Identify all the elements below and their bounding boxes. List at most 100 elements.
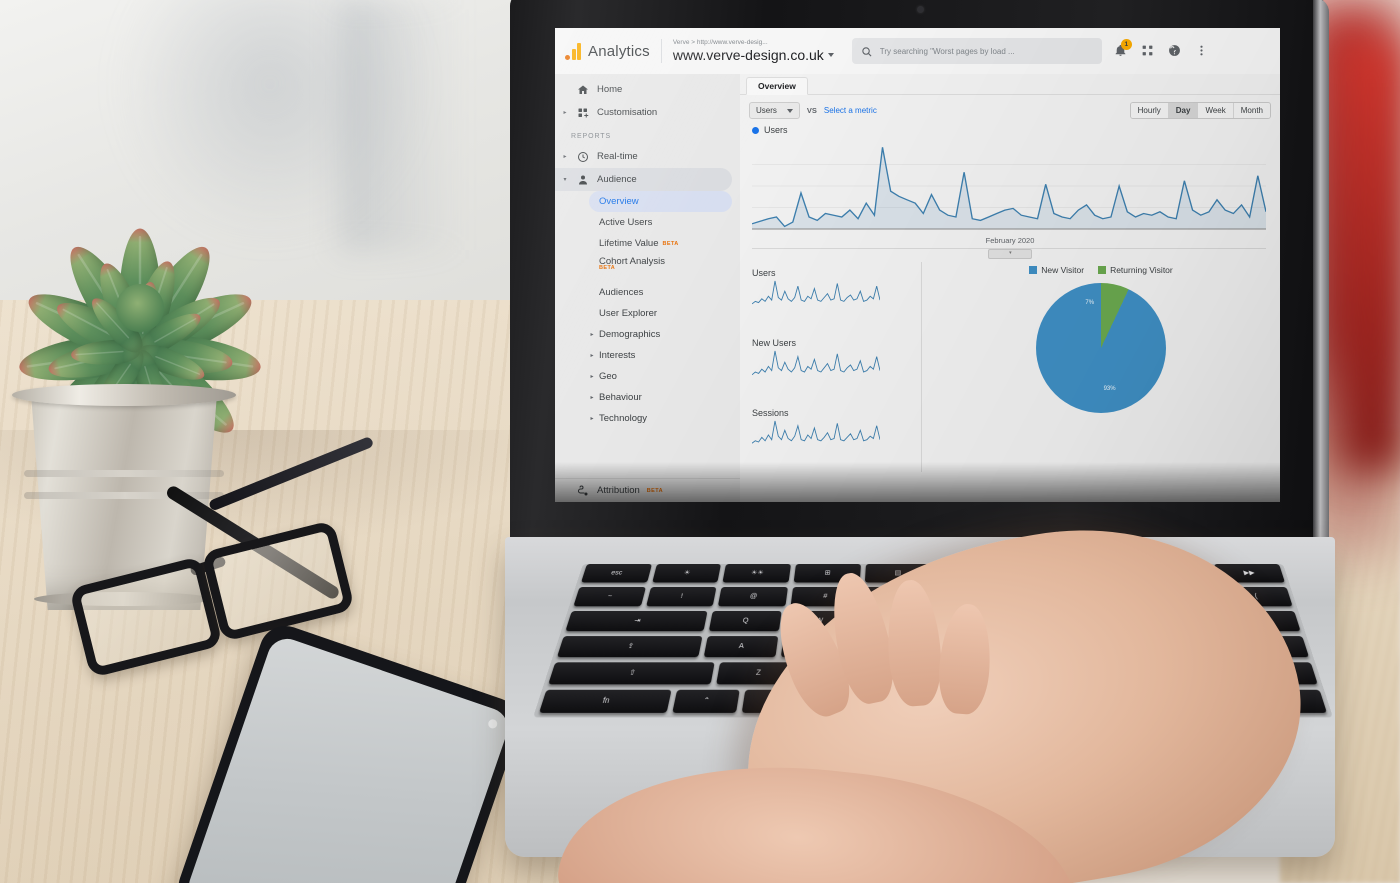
chevron-right-icon[interactable]: ▸ — [588, 373, 596, 380]
breadcrumb: Verve > http://www.verve-desig... — [673, 39, 834, 46]
chevron-right-icon[interactable]: ▸ — [588, 331, 596, 338]
attribution-icon — [576, 484, 590, 498]
granularity-week[interactable]: Week — [1198, 103, 1233, 118]
legend-label: Returning Visitor — [1110, 265, 1173, 275]
sidebar-item-demographics[interactable]: ▸ Demographics — [555, 324, 740, 345]
metric-controls: Users VS Select a metric Hourly Day Week… — [740, 95, 1280, 119]
keyboard-key[interactable]: ! — [646, 587, 717, 606]
metric-selector-value: Users — [756, 106, 777, 115]
visitor-pie-chart[interactable]: 93% 7% — [1036, 283, 1166, 413]
laptop-webcam-icon — [917, 6, 924, 13]
help-circle-icon[interactable] — [1168, 44, 1182, 58]
chevron-down-icon[interactable] — [787, 109, 793, 113]
sidebar-item-audience[interactable]: ▾ Audience — [555, 168, 732, 191]
select-a-metric-link[interactable]: Select a metric — [824, 106, 877, 115]
metric-sparklines: Users New Users Sessions — [740, 262, 922, 472]
chevron-right-icon[interactable]: ▸ — [561, 109, 569, 116]
beta-badge: BETA — [599, 265, 615, 271]
keyboard-key[interactable]: @ — [718, 587, 788, 606]
keyboard-key[interactable]: ⌃ — [672, 690, 739, 713]
search-input[interactable]: Try searching "Worst pages by load ... — [880, 47, 1015, 56]
pie-legend-returning-visitor: Returning Visitor — [1098, 265, 1173, 275]
sidebar-item-label: Demographics — [599, 329, 660, 340]
sidebar-item-real-time[interactable]: ▸ Real-time — [555, 145, 740, 168]
laptop-screen: Analytics Verve > http://www.verve-desig… — [555, 28, 1280, 502]
sidebar-item-behaviour[interactable]: ▸ Behaviour — [555, 387, 740, 408]
lower-panels: Users New Users Sessions New Visitor Ret… — [740, 262, 1280, 472]
metric-row-new-users[interactable]: New Users — [752, 332, 921, 402]
chevron-down-icon[interactable]: ▾ — [561, 176, 569, 183]
pie-legend-new-visitor: New Visitor — [1029, 265, 1084, 275]
desk-scene: Analytics Verve > http://www.verve-desig… — [0, 0, 1400, 883]
property-selector[interactable]: Verve > http://www.verve-desig... www.ve… — [673, 39, 834, 63]
slider-handle-icon[interactable]: ▾ — [988, 249, 1032, 259]
keyboard-key[interactable]: ~ — [573, 587, 645, 606]
chart-legend: Users — [740, 119, 1280, 135]
metric-label: New Users — [752, 332, 921, 348]
more-vertical-icon[interactable] — [1195, 44, 1209, 58]
notification-badge: 1 — [1121, 39, 1132, 50]
sidebar-item-label: Overview — [599, 196, 639, 207]
sidebar-item-label: Attribution — [597, 485, 640, 496]
keyboard-key[interactable]: ⇪ — [557, 636, 703, 657]
sidebar-item-customisation[interactable]: ▸ Customisation — [555, 101, 740, 124]
keyboard-key[interactable]: ☀ — [652, 564, 721, 582]
sidebar-item-active-users[interactable]: Active Users — [555, 212, 740, 233]
sidebar-item-overview[interactable]: Overview — [589, 191, 732, 212]
sidebar-item-interests[interactable]: ▸ Interests — [555, 345, 740, 366]
sidebar-item-cohort-analysis[interactable]: Cohort Analysis BETA — [555, 254, 740, 282]
keyboard-key[interactable]: ⇧ — [548, 662, 714, 684]
granularity-month[interactable]: Month — [1234, 103, 1270, 118]
pie-label-new-visitor: 93% — [1104, 386, 1116, 392]
keyboard-key[interactable]: ☀☀ — [723, 564, 791, 582]
legend-label-users: Users — [764, 125, 788, 135]
app-header: Analytics Verve > http://www.verve-desig… — [555, 28, 1280, 74]
chevron-right-icon[interactable]: ▸ — [588, 352, 596, 359]
sidebar-item-audiences[interactable]: Audiences — [555, 282, 740, 303]
glasses-lens-left — [69, 556, 223, 678]
metric-selector[interactable]: Users — [749, 102, 800, 119]
sidebar-item-geo[interactable]: ▸ Geo — [555, 366, 740, 387]
chevron-right-icon[interactable]: ▸ — [588, 415, 596, 422]
chevron-right-icon[interactable]: ▸ — [588, 394, 596, 401]
legend-swatch-returning-visitor — [1098, 266, 1106, 274]
pie-legend: New Visitor Returning Visitor — [922, 262, 1280, 275]
sidebar-item-lifetime-value[interactable]: Lifetime Value BETA — [555, 233, 740, 254]
search-icon — [861, 46, 872, 57]
legend-swatch-users — [752, 127, 759, 134]
sidebar-item-label: Interests — [599, 350, 635, 361]
metric-label: Users — [752, 262, 921, 278]
tab-bar: Overview — [740, 74, 1280, 95]
chevron-right-icon[interactable]: ▸ — [561, 153, 569, 160]
date-range-slider[interactable]: ▾ — [752, 248, 1266, 258]
keyboard-key[interactable]: esc — [581, 564, 652, 582]
sidebar-item-label: Geo — [599, 371, 617, 382]
sidebar-item-attribution[interactable]: Attribution BETA — [555, 479, 740, 502]
keyboard-key[interactable]: A — [704, 636, 778, 657]
legend-swatch-new-visitor — [1029, 266, 1037, 274]
bell-icon[interactable]: 1 — [1114, 44, 1128, 58]
chevron-down-icon[interactable] — [828, 53, 834, 57]
background-stripe — [340, 0, 460, 250]
search-bar[interactable]: Try searching "Worst pages by load ... — [852, 38, 1102, 64]
apps-grid-icon[interactable] — [1141, 44, 1155, 58]
sparkline-sessions — [752, 418, 880, 452]
granularity-hourly[interactable]: Hourly — [1131, 103, 1169, 118]
sidebar-item-user-explorer[interactable]: User Explorer — [555, 303, 740, 324]
keyboard-key[interactable]: Q — [709, 611, 781, 631]
metric-row-users[interactable]: Users — [752, 262, 921, 332]
sidebar-item-label: Behaviour — [599, 392, 642, 403]
sidebar-item-home[interactable]: Home — [555, 78, 740, 101]
header-divider — [661, 39, 662, 63]
sidebar-item-label: Technology — [599, 413, 647, 424]
users-over-time-chart[interactable] — [752, 137, 1266, 235]
tab-overview[interactable]: Overview — [746, 77, 808, 95]
sidebar-item-label: User Explorer — [599, 308, 657, 319]
sidebar-item-technology[interactable]: ▸ Technology — [555, 408, 740, 429]
keyboard-key[interactable]: ⇥ — [565, 611, 708, 631]
property-title[interactable]: www.verve-design.co.uk — [673, 47, 834, 63]
keyboard-key[interactable]: fn — [539, 690, 672, 713]
granularity-day[interactable]: Day — [1169, 103, 1199, 118]
google-analytics-app: Analytics Verve > http://www.verve-desig… — [555, 28, 1280, 502]
metric-row-sessions[interactable]: Sessions — [752, 402, 921, 472]
